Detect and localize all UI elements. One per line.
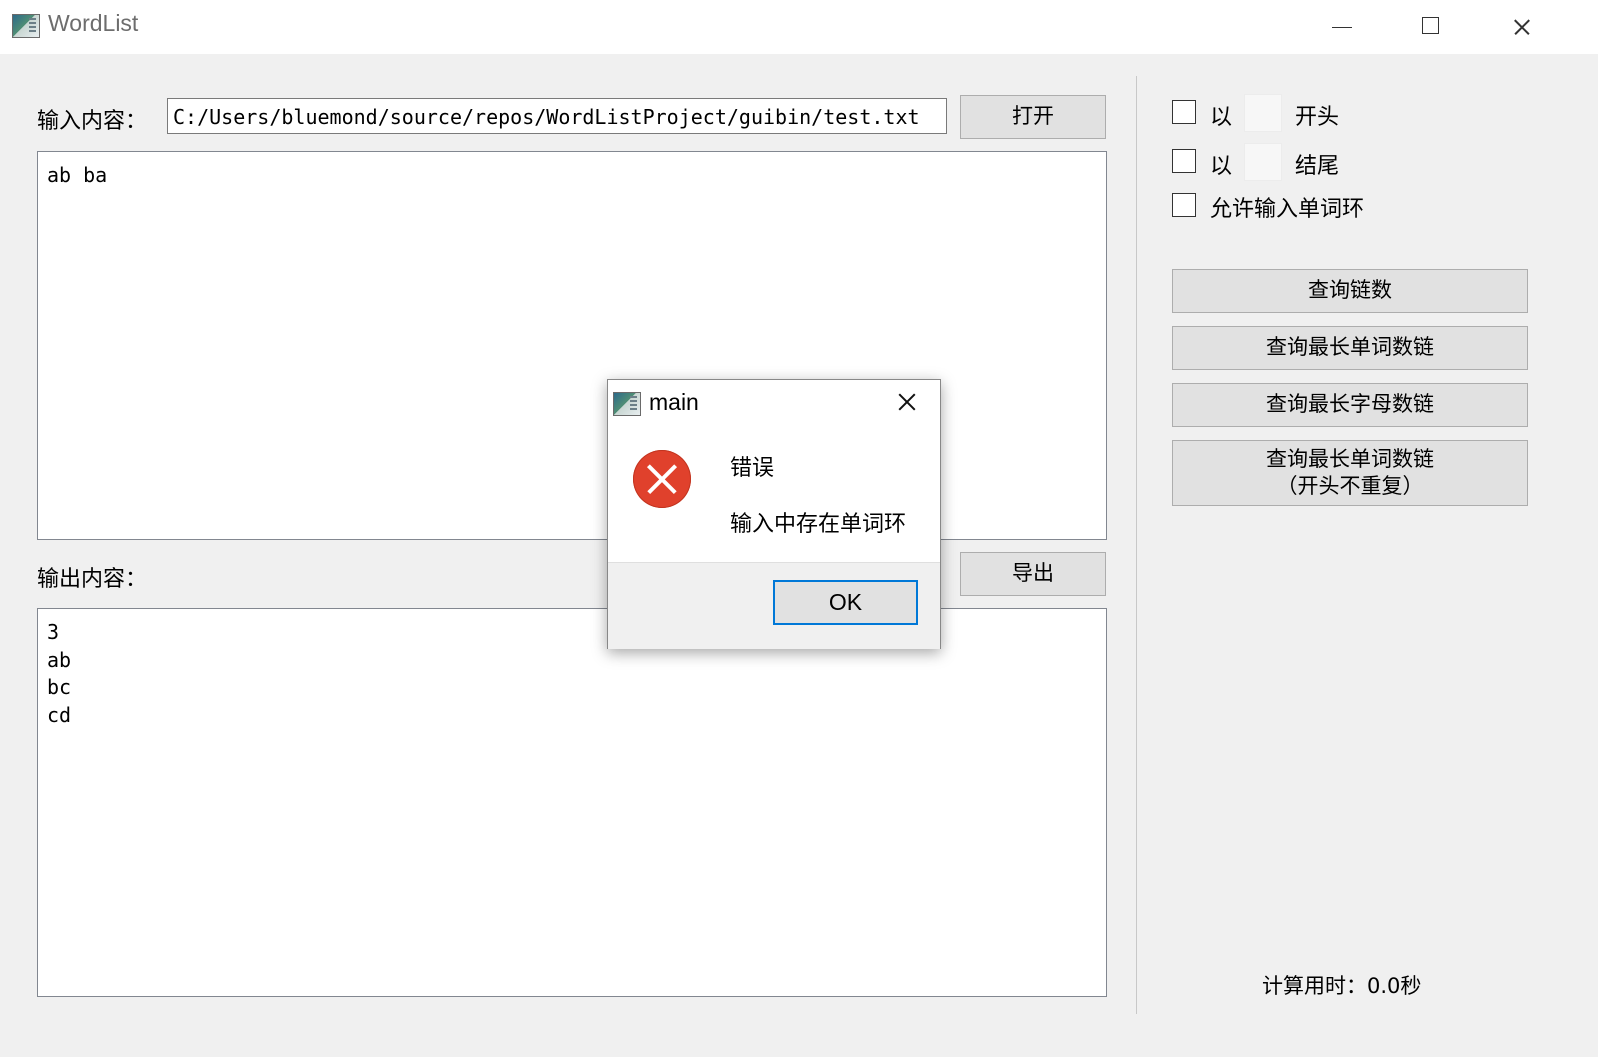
maximize-button[interactable] bbox=[1386, 0, 1476, 54]
close-icon bbox=[1512, 17, 1532, 37]
app-window-icon bbox=[613, 392, 641, 416]
dialog-close-button[interactable] bbox=[896, 391, 918, 413]
output-label: 输出内容： bbox=[37, 567, 148, 592]
end-prefix-label: 以 bbox=[1210, 154, 1233, 179]
ok-button[interactable]: OK bbox=[773, 580, 918, 625]
end-char-input[interactable] bbox=[1244, 143, 1282, 181]
start-char-input[interactable] bbox=[1244, 94, 1282, 132]
dialog-title: main bbox=[649, 389, 699, 415]
panel-divider bbox=[1136, 76, 1137, 1014]
error-dialog: main 错误 输入中存在单词环 OK bbox=[607, 379, 941, 649]
count-chains-button[interactable]: 查询链数 bbox=[1172, 269, 1528, 313]
window-title: WordList bbox=[48, 10, 139, 36]
close-window-button[interactable] bbox=[1476, 0, 1566, 54]
allow-cycle-checkbox[interactable] bbox=[1172, 193, 1196, 217]
button-line-2: （开头不重复） bbox=[1276, 474, 1424, 498]
export-button[interactable]: 导出 bbox=[960, 552, 1106, 596]
dialog-message: 输入中存在单词环 bbox=[730, 512, 907, 537]
close-icon bbox=[896, 391, 918, 413]
allow-cycle-label: 允许输入单词环 bbox=[1210, 197, 1365, 222]
button-line-1: 查询最长单词数链 bbox=[1266, 446, 1434, 471]
timing-label: 计算用时：0.0秒 bbox=[1262, 974, 1422, 998]
minimize-button[interactable] bbox=[1297, 0, 1387, 54]
app-window-icon bbox=[12, 14, 40, 38]
input-label: 输入内容： bbox=[37, 109, 148, 134]
longest-letter-chain-button[interactable]: 查询最长字母数链 bbox=[1172, 383, 1528, 427]
title-bar: WordList bbox=[0, 0, 1598, 54]
start-suffix-label: 开头 bbox=[1295, 105, 1340, 130]
dialog-footer: OK bbox=[608, 562, 940, 649]
error-icon bbox=[633, 450, 691, 508]
end-suffix-label: 结尾 bbox=[1295, 154, 1340, 179]
output-textarea[interactable]: 3 ab bc cd bbox=[37, 608, 1107, 997]
longest-word-chain-unique-button[interactable]: 查询最长单词数链 （开头不重复） bbox=[1172, 440, 1528, 506]
longest-word-chain-button[interactable]: 查询最长单词数链 bbox=[1172, 326, 1528, 370]
open-button[interactable]: 打开 bbox=[960, 95, 1106, 139]
file-path-field[interactable]: C:/Users/bluemond/source/repos/WordListP… bbox=[167, 98, 947, 134]
end-with-checkbox[interactable] bbox=[1172, 149, 1196, 173]
dialog-heading: 错误 bbox=[730, 456, 775, 481]
input-textarea[interactable]: ab ba bbox=[37, 151, 1107, 540]
start-with-checkbox[interactable] bbox=[1172, 100, 1196, 124]
start-prefix-label: 以 bbox=[1210, 105, 1233, 130]
